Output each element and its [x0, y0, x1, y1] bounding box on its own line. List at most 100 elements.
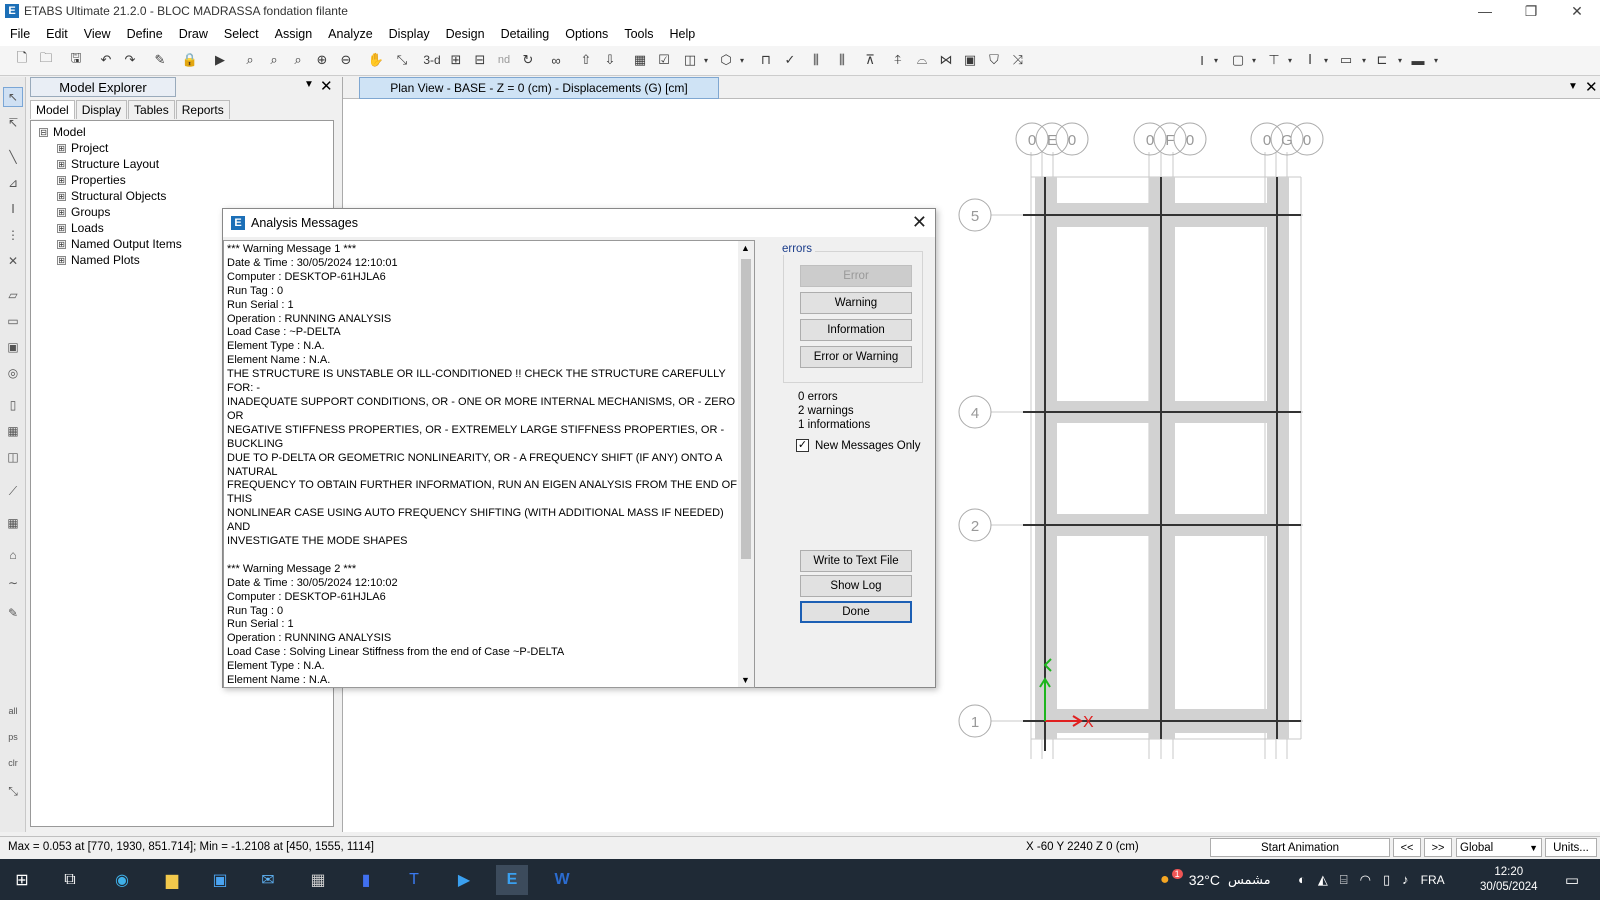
error-button[interactable]: Error: [800, 265, 912, 287]
expand-icon[interactable]: ⊞: [57, 191, 66, 201]
dropdown-arrow-icon[interactable]: ▾: [732, 50, 752, 70]
assign-support-icon[interactable]: ⍏: [888, 50, 908, 70]
check-icon[interactable]: ☑: [654, 50, 674, 70]
volume-icon[interactable]: ♪: [1402, 872, 1409, 887]
menu-file[interactable]: File: [2, 27, 38, 41]
rotate-icon[interactable]: ↻: [518, 50, 538, 70]
lock-icon[interactable]: 🔒: [180, 50, 200, 70]
menu-display[interactable]: Display: [381, 27, 438, 41]
explorer-dropdown-icon[interactable]: ▼: [304, 79, 314, 90]
menu-select[interactable]: Select: [216, 27, 267, 41]
scroll-down-icon[interactable]: ▼: [741, 675, 750, 685]
menu-design[interactable]: Design: [438, 27, 493, 41]
store-icon[interactable]: ▣: [204, 865, 236, 895]
redo-icon[interactable]: ↷: [120, 50, 140, 70]
frame-forces-icon[interactable]: ⊓: [756, 50, 776, 70]
shell-forces-icon[interactable]: ✓: [780, 50, 800, 70]
tree-node-loads[interactable]: ⊞ Loads: [57, 221, 104, 235]
move-down-icon[interactable]: ⇩: [600, 50, 620, 70]
previous-step-button[interactable]: <<: [1393, 838, 1421, 857]
zoom-out-icon[interactable]: ⊖: [336, 50, 356, 70]
clock[interactable]: 12:20 30/05/2024: [1480, 859, 1538, 900]
expand-icon[interactable]: ⊞: [57, 223, 66, 233]
expand-icon[interactable]: ⊞: [57, 207, 66, 217]
select-previous-icon[interactable]: ps: [3, 727, 23, 747]
device-icon[interactable]: ⌸: [1340, 872, 1348, 888]
view-3d-button[interactable]: 3-d: [420, 50, 444, 70]
weather-widget[interactable]: ● 1 32°C مشمس: [1160, 859, 1271, 900]
draw-column-tool-icon[interactable]: Ⅰ: [3, 199, 23, 219]
network-app-icon[interactable]: ◐: [1298, 872, 1306, 887]
notifications-icon[interactable]: ▭: [1556, 865, 1588, 895]
move-up-icon[interactable]: ⇧: [576, 50, 596, 70]
zoom-in-icon[interactable]: ⊕: [312, 50, 332, 70]
new-messages-only-row[interactable]: ✓ New Messages Only: [796, 439, 920, 452]
language-indicator[interactable]: FRA: [1421, 873, 1445, 887]
draw-rect-area-icon[interactable]: ▭: [3, 311, 23, 331]
quick-draw-area-icon[interactable]: ▣: [3, 337, 23, 357]
draw-grid-icon[interactable]: ▦: [3, 513, 23, 533]
dropdown-arrow-icon[interactable]: ▾: [1206, 50, 1226, 70]
undo-icon[interactable]: ↶: [96, 50, 116, 70]
scroll-thumb[interactable]: [741, 259, 751, 559]
expand-icon[interactable]: ⊞: [57, 175, 66, 185]
assign-load-icon[interactable]: ⌓: [912, 50, 932, 70]
draw-link-tool-icon[interactable]: ⟋: [3, 481, 23, 501]
menu-analyze[interactable]: Analyze: [320, 27, 380, 41]
pan-icon[interactable]: ✋: [366, 50, 386, 70]
wifi-icon[interactable]: ◠: [1360, 872, 1371, 888]
expand-icon[interactable]: ⊞: [57, 143, 66, 153]
draw-x-brace-icon[interactable]: ✕: [3, 251, 23, 271]
zoom-all-icon[interactable]: ⌕: [288, 50, 308, 70]
next-step-button[interactable]: >>: [1424, 838, 1452, 857]
plan-view-tab[interactable]: Plan View - BASE - Z = 0 (cm) - Displace…: [359, 77, 719, 99]
edge-icon[interactable]: ◉: [106, 865, 138, 895]
strip-forces-icon[interactable]: ⫼: [832, 50, 852, 70]
tree-node-structural-objects[interactable]: ⊞ Structural Objects: [57, 189, 166, 203]
draw-opening-icon[interactable]: ▭: [1336, 50, 1356, 70]
tree-node-project[interactable]: ⊞ Project: [57, 141, 108, 155]
menu-detailing[interactable]: Detailing: [493, 27, 558, 41]
dialog-close-icon[interactable]: ✕: [912, 212, 927, 233]
information-button[interactable]: Information: [800, 319, 912, 341]
draw-braces-icon[interactable]: ⋮: [3, 225, 23, 245]
file-explorer-icon[interactable]: ▆: [156, 865, 188, 895]
vpn-icon[interactable]: ◭: [1318, 872, 1328, 888]
rubberband-icon[interactable]: ⤡: [392, 50, 412, 70]
menu-options[interactable]: Options: [557, 27, 616, 41]
error-or-warning-button[interactable]: Error or Warning: [800, 346, 912, 368]
write-to-text-file-button[interactable]: Write to Text File: [800, 550, 912, 572]
draw-link-icon[interactable]: ▬: [1408, 50, 1428, 70]
clear-selection-icon[interactable]: clr: [3, 753, 23, 773]
dropdown-arrow-icon[interactable]: ▾: [1426, 50, 1446, 70]
joint-reactions-icon[interactable]: ⊼: [860, 50, 880, 70]
start-animation-button[interactable]: Start Animation: [1210, 838, 1390, 857]
nd-view-button[interactable]: nd: [494, 50, 514, 70]
draw-tendon-icon[interactable]: ⌂: [3, 545, 23, 565]
dropdown-arrow-icon[interactable]: ▾: [1244, 50, 1264, 70]
app-icon-t[interactable]: T: [398, 865, 430, 895]
tree-node-groups[interactable]: ⊞ Groups: [57, 205, 110, 219]
warning-button[interactable]: Warning: [800, 292, 912, 314]
draw-frame-icon[interactable]: ⊿: [3, 173, 23, 193]
battery-icon[interactable]: ▯: [1383, 872, 1390, 888]
start-icon[interactable]: ⊞: [6, 865, 38, 895]
task-view-icon[interactable]: ⧉: [54, 865, 86, 895]
scroll-up-icon[interactable]: ▲: [741, 243, 750, 253]
select-all-icon[interactable]: all: [3, 701, 23, 721]
menu-tools[interactable]: Tools: [616, 27, 661, 41]
elevation-view-icon[interactable]: ⊟: [470, 50, 490, 70]
expand-icon[interactable]: ⊞: [57, 255, 66, 265]
tree-node-structure-layout[interactable]: ⊞ Structure Layout: [57, 157, 159, 171]
dropdown-arrow-icon[interactable]: ▾: [696, 50, 716, 70]
tree-node-named-output-items[interactable]: ⊞ Named Output Items: [57, 237, 182, 251]
app-icon-blue[interactable]: ▮: [350, 865, 382, 895]
messages-scrollbar[interactable]: ▲ ▼: [738, 241, 754, 687]
tab-tables[interactable]: Tables: [128, 100, 175, 119]
new-messages-only-checkbox[interactable]: ✓: [796, 439, 809, 452]
dropdown-arrow-icon[interactable]: ▾: [1354, 50, 1374, 70]
messages-textbox[interactable]: *** Warning Message 1 *** Date & Time : 3…: [223, 240, 755, 688]
tab-display[interactable]: Display: [75, 100, 128, 119]
section-properties-icon[interactable]: ⛉: [984, 50, 1004, 70]
wall-forces-icon[interactable]: ⫼: [806, 50, 826, 70]
